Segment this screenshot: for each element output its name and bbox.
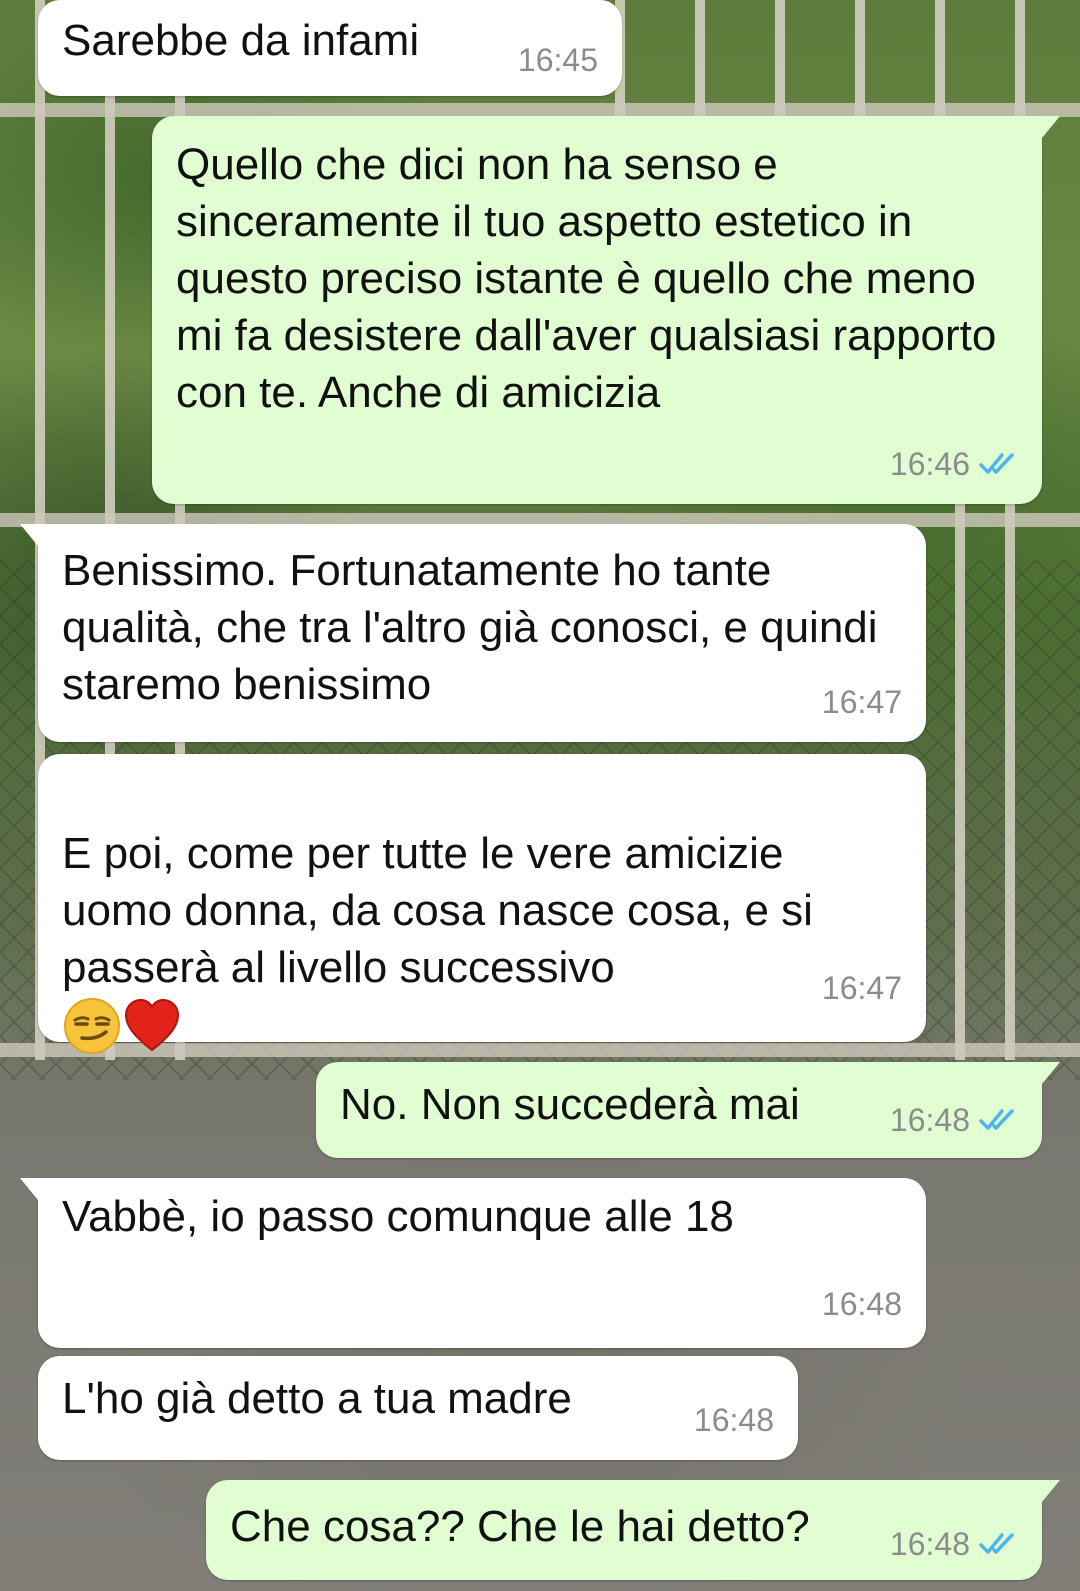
message-time: 16:48 [889,1102,970,1138]
message-meta: 16:47 [822,684,902,720]
smirking-face-emoji [64,998,120,1054]
message-meta: 16:48 [694,1402,774,1438]
bubble-tail [1042,1480,1060,1502]
message-outgoing[interactable]: Quello che dici non ha senso e sincerame… [152,116,1060,504]
double-check-icon [979,1109,1014,1130]
message-text: Vabbè, io passo comunque alle 18 [62,1192,734,1241]
message-time: 16:48 [693,1402,774,1438]
message-meta: 16:48 [890,1102,1018,1138]
message-incoming[interactable]: E poi, come per tutte le vere amicizie u… [38,754,926,1054]
message-text: Quello che dici non ha senso e sincerame… [176,140,997,417]
message-meta: 16:47 [822,970,902,1006]
double-check-icon [979,1533,1014,1554]
message-time: 16:47 [821,684,902,720]
message-time: 16:48 [889,1526,970,1562]
bubble-tail [20,524,38,546]
message-meta: 16:46 [890,446,1018,482]
message-text: Benissimo. Fortunatamente ho tante quali… [62,546,878,709]
bubble-tail [1042,1062,1060,1084]
message-text: E poi, come per tutte le vere amicizie u… [38,754,926,1058]
bubble-tail [20,1178,38,1200]
message-time: 16:47 [821,970,902,1006]
message-incoming[interactable]: Vabbè, io passo comunque alle 18 16:48 [20,1178,926,1348]
message-outgoing[interactable]: Che cosa?? Che le hai detto? 16:48 [206,1480,1060,1580]
message-incoming[interactable]: Benissimo. Fortunatamente ho tante quali… [20,524,926,742]
message-text: L'ho già detto a tua madre [62,1374,572,1423]
message-text-body: E poi, come per tutte le vere amicizie u… [62,829,813,992]
message-meta: 16:48 [822,1286,902,1322]
message-time: 16:45 [517,42,598,78]
message-outgoing[interactable]: No. Non succederà mai 16:48 [316,1062,1060,1158]
bubble-tail [1042,116,1060,138]
message-meta: 16:45 [518,42,598,78]
message-time: 16:48 [821,1286,902,1322]
message-meta: 16:48 [890,1526,1018,1562]
message-incoming[interactable]: L'ho già detto a tua madre 16:48 [38,1356,798,1460]
message-incoming[interactable]: Sarebbe da infami 16:45 [38,0,622,96]
message-list[interactable]: Sarebbe da infami 16:45 Quello che dici … [0,0,1080,1591]
red-heart-emoji [124,998,180,1052]
message-time: 16:46 [889,446,970,482]
double-check-icon [979,453,1014,474]
